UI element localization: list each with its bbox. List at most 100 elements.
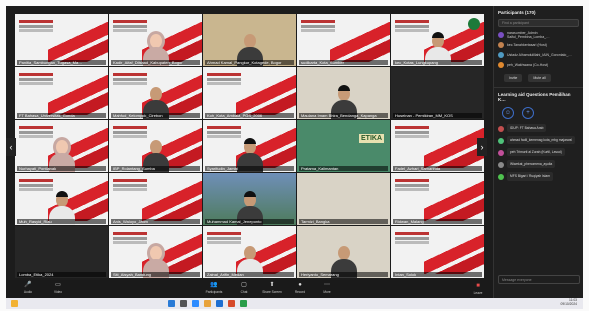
tile-name: Huseinan - Pemikiran_MM_KOS [393, 113, 482, 118]
video-tile[interactable]: Mahfud_Kelompok_Cirebon [109, 67, 202, 119]
zoom-app-icon[interactable] [192, 300, 199, 307]
video-tile[interactable]: Panitia_Sambungan_Tugasa_Ma… [15, 14, 108, 66]
tile-name: Zainal_Arifin_Medan [205, 272, 294, 277]
video-tile[interactable]: Anis_Waluyo_Jatim [109, 173, 202, 225]
system-clock[interactable]: 11:03 09/10/2024 [560, 298, 577, 307]
video-tile[interactable]: Heriyanto_Semarang [297, 226, 390, 278]
camera-icon: ▭ [55, 282, 61, 288]
clock-date: 09/10/2024 [560, 301, 577, 306]
tile-name: kec_Kotas_Lungkupang [393, 60, 482, 65]
mute-all-button[interactable]: Mute all [528, 74, 551, 82]
avatar [498, 62, 504, 68]
video-tile[interactable]: Fadel_Azhari_Samarinda [391, 120, 484, 172]
ministry-emblem-icon [468, 18, 480, 30]
tile-name: Pratama_Kalimantan [299, 166, 388, 171]
video-button[interactable]: ▭ Video [46, 282, 70, 294]
chat-label: Chat [240, 290, 248, 294]
chat-message: Wiwekat_phenomena_ayulia [494, 158, 583, 170]
share-screen-button[interactable]: ⬆ Share Screen [260, 282, 284, 294]
video-tile[interactable]: Maulana Imam Bhira_Bendanga_Kapanga [297, 67, 390, 119]
tile-name: Maulana Imam Bhira_Bendanga_Kapanga [299, 113, 388, 118]
leave-button[interactable]: ■ Leave [466, 283, 490, 295]
leave-icon: ■ [476, 283, 480, 289]
video-tile[interactable]: Ahmad Kamal_Pangkor_Kotagede, Bogor [203, 14, 296, 66]
participant-row[interactable]: narasumber_Admin Saiful_Pembina_Lomba_… [498, 30, 579, 40]
prev-page-arrow-icon[interactable]: ‹ [6, 138, 16, 156]
search-icon[interactable] [180, 300, 187, 307]
tile-name: Ridwan_Malang [393, 219, 482, 224]
office-icon[interactable] [228, 300, 235, 307]
chat-input[interactable]: Message everyone [498, 275, 580, 284]
participant-search-input[interactable]: Find a participant [498, 19, 579, 27]
video-tile[interactable]: kec_Kotas_Lungkupang [391, 14, 484, 66]
meeting-toolbar: 🎤 Audio ▭ Video 👥 Participants ▢ Chat ⬆ … [6, 280, 493, 298]
tile-name: Muh_Rasyid_Riau [17, 219, 106, 224]
tile-name: sudikarta_Kota_Sumber [299, 60, 388, 65]
video-tile[interactable]: Koh_Kota_Ambala_PGS_2006 [203, 67, 296, 119]
chat-messages: IDUP: FT Bahasa Arab ahmad fadil_kemenag… [494, 122, 583, 183]
tile-name: Syarifudin_Jambi [205, 166, 294, 171]
browser-icon[interactable] [216, 300, 223, 307]
record-label: Record [294, 290, 306, 294]
chat-message: peh Trimurti al Zurah (Kurtil, Lavud) [494, 146, 583, 158]
chat-people-icon[interactable]: ☺ [502, 107, 514, 119]
more-icon: ⋯ [324, 282, 330, 288]
video-tile[interactable]: Ridwan_Malang [391, 173, 484, 225]
etika-banner: ETIKA [359, 134, 384, 143]
file-explorer-icon[interactable] [204, 300, 211, 307]
participants-label: Participants [205, 290, 223, 294]
participants-button[interactable]: 👥 Participants [202, 282, 226, 294]
participant-row[interactable]: kec.Tanahkertasari (Host) [498, 40, 579, 50]
video-tile[interactable]: Lomba_Etika_2024 [15, 226, 108, 278]
participant-row[interactable]: Ustadz Alhamdulillahi_IAIN_Gorontalo_… [498, 50, 579, 60]
chat-panel-title: Learning aid Questions Pemilihan K… [494, 87, 583, 104]
chat-message: MFS Bigari / Ruqiyah Islam [494, 170, 583, 182]
participants-panel-title: Participants (170) [498, 10, 536, 15]
tile-name: Muhammad Kamal_Jeneponto [205, 219, 294, 224]
tile-name: Koh_Kota_Ambala_PGS_2006 [205, 113, 294, 118]
video-tile[interactable]: Muh_Rasyid_Riau [15, 173, 108, 225]
side-panel: Participants (170) Find a participant na… [493, 6, 583, 298]
participant-row[interactable]: peh_Wakhwana (Co-Host) [498, 60, 579, 70]
video-tile[interactable]: Huseinan - Pemikiran_MM_KOS [391, 67, 484, 119]
tile-name: Siti_Aisyah_Bandung [111, 272, 200, 277]
video-tile[interactable]: Siti_Aisyah_Bandung [109, 226, 202, 278]
invite-button[interactable]: Invite [504, 74, 523, 82]
meeting-window: Panitia_Sambungan_Tugasa_Ma… Kadir_Aifaf… [6, 6, 583, 298]
video-tile[interactable]: FT Bahasa_Universitas_Gonda [15, 67, 108, 119]
next-page-arrow-icon[interactable]: › [477, 138, 487, 156]
video-tile[interactable]: Syarifudin_Jambi [203, 120, 296, 172]
video-tile[interactable]: Muhammad Kamal_Jeneponto [203, 173, 296, 225]
start-menu-icon[interactable] [168, 300, 175, 307]
video-tile[interactable]: Tarmizi_Bangka [297, 173, 390, 225]
leave-label: Leave [473, 291, 483, 295]
tile-name: Anis_Waluyo_Jatim [111, 219, 200, 224]
avatar [498, 162, 504, 169]
participant-list: narasumber_Admin Saiful_Pembina_Lomba_… … [494, 29, 583, 71]
video-tile[interactable]: ETIKA Pratama_Kalimantan [297, 120, 390, 172]
audio-button[interactable]: 🎤 Audio [16, 282, 40, 294]
avatar [498, 126, 504, 132]
video-tile[interactable]: sudikarta_Kota_Sumber [297, 14, 390, 66]
avatar [498, 138, 504, 145]
weather-icon[interactable] [11, 300, 18, 307]
chat-button[interactable]: ▢ Chat [232, 282, 256, 294]
participants-icon: 👥 [210, 282, 218, 288]
share-screen-icon: ⬆ [269, 282, 275, 288]
os-taskbar: 11:03 09/10/2024 [6, 298, 583, 309]
video-tile[interactable]: IBP_Rolantang_Sumba [109, 120, 202, 172]
video-tile[interactable]: Intan_Solok [391, 226, 484, 278]
store-icon[interactable] [240, 300, 247, 307]
tile-name: Fadel_Azhari_Samarinda [393, 166, 482, 171]
chat-add-icon[interactable]: + [522, 107, 534, 119]
video-tile[interactable]: Zainal_Arifin_Medan [203, 226, 296, 278]
tile-name: FT Bahasa_Universitas_Gonda [17, 113, 106, 118]
tile-name: IBP_Rolantang_Sumba [111, 166, 200, 171]
tile-name: Nurhayati_Pontianak [17, 166, 106, 171]
window-frame: Panitia_Sambungan_Tugasa_Ma… Kadir_Aifaf… [0, 0, 589, 311]
microphone-icon: 🎤 [24, 282, 32, 288]
video-tile[interactable]: Kadir_Aifaf_Dilshad_Kabupaten_Bogor [109, 14, 202, 66]
more-button[interactable]: ⋯ More [315, 282, 339, 294]
video-tile[interactable]: Nurhayati_Pontianak [15, 120, 108, 172]
record-button[interactable]: ● Record [288, 282, 312, 294]
